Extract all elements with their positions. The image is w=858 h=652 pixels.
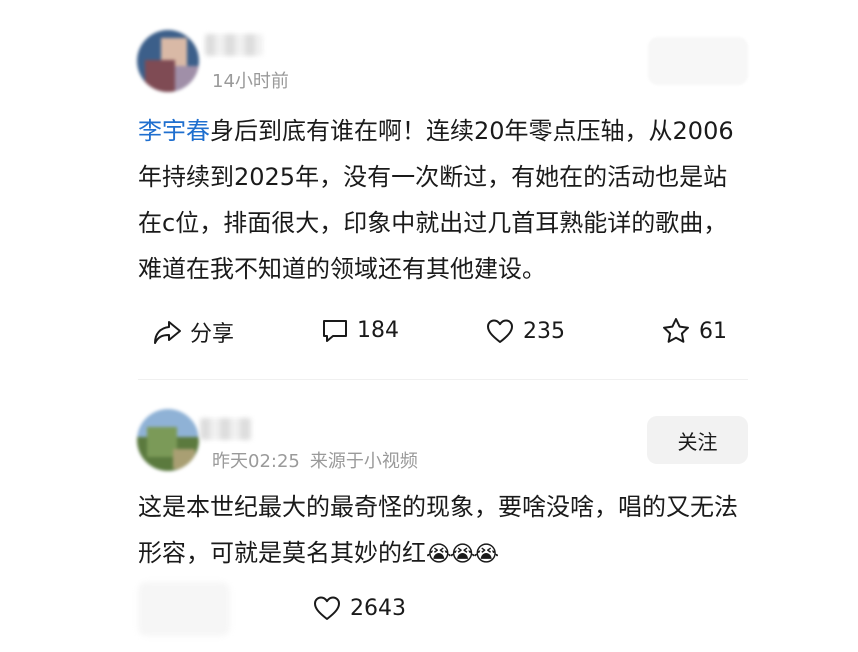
follow-button-redacted[interactable] [648, 37, 748, 85]
post-time: 14小时前 [212, 71, 289, 92]
comment-icon [323, 320, 347, 342]
username-redacted[interactable] [200, 418, 252, 440]
like-count: 235 [523, 318, 565, 344]
share-icon [154, 321, 181, 344]
avatar[interactable] [137, 30, 199, 92]
comment-button[interactable]: 184 [321, 316, 399, 344]
post-content: 李宇春身后到底有谁在啊！连续20年零点压轴，从2006年持续到2025年，没有一… [138, 108, 738, 292]
post-meta: 14小时前 [212, 67, 299, 93]
heart-icon [314, 596, 340, 620]
post-meta: 昨天02:25 来源于小视频 [212, 447, 428, 473]
favorite-count: 61 [699, 318, 727, 344]
heart-icon [487, 319, 513, 343]
star-icon [663, 318, 689, 343]
share-button[interactable]: 分享 [152, 316, 234, 348]
share-button-redacted[interactable] [138, 582, 230, 636]
post-time: 昨天02:25 [212, 451, 300, 472]
divider [138, 379, 748, 380]
username-redacted[interactable] [205, 34, 263, 56]
like-count: 2643 [350, 595, 406, 621]
crying-emoji: 😭😭😭 [426, 542, 499, 567]
follow-button[interactable]: 关注 [647, 416, 748, 464]
avatar[interactable] [137, 409, 199, 471]
post-text: 身后到底有谁在啊！连续20年零点压轴，从2006年持续到2025年，没有一次断过… [138, 117, 734, 283]
post-content: 这是本世纪最大的最奇怪的现象，要啥没啥，唱的又无法形容，可就是莫名其妙的红😭😭😭 [138, 484, 738, 578]
share-label: 分享 [190, 322, 235, 347]
like-button[interactable]: 2643 [312, 593, 406, 623]
post-source: 来源于小视频 [309, 451, 418, 472]
comment-count: 184 [357, 317, 399, 343]
like-button[interactable]: 235 [485, 316, 565, 346]
favorite-button[interactable]: 61 [661, 316, 727, 346]
mention-link[interactable]: 李宇春 [138, 117, 210, 145]
